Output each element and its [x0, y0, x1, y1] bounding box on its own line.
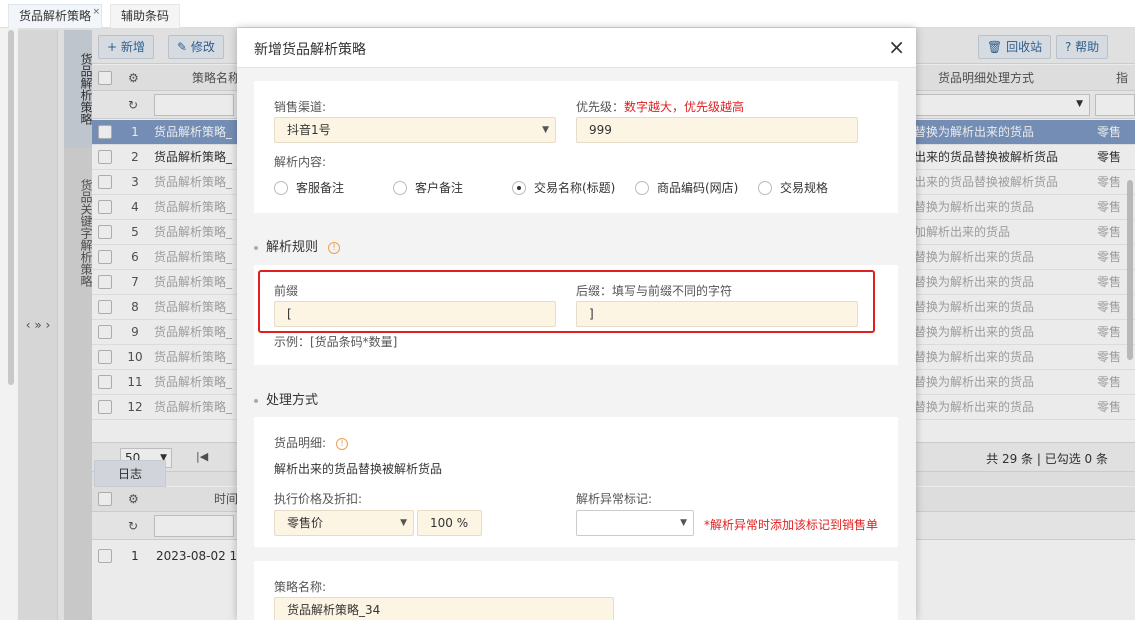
process-card: 货品明细:! 解析出来的货品替换被解析货品 执行价格及折扣: 零售价 ▼ 100…: [254, 417, 898, 547]
radio-label: 客服备注: [296, 181, 345, 195]
channel-value: 抖音1号: [287, 123, 331, 137]
example-text: 示例：[货品条码*数量]: [274, 335, 398, 349]
chevron-down-icon: ▼: [542, 125, 549, 135]
strategy-name-input[interactable]: 货品解析策略_34: [274, 597, 614, 620]
chevron-down-icon: ▼: [680, 518, 687, 528]
radio-product-code[interactable]: 商品编码(网店): [635, 179, 738, 195]
radio-trade-spec[interactable]: 交易规格: [758, 179, 828, 195]
abnormal-label: 解析异常标记:: [576, 492, 653, 506]
dialog-title: 新增货品解析策略: [254, 42, 366, 58]
strategy-name-label: 策略名称:: [274, 580, 327, 594]
priority-input[interactable]: 999: [576, 117, 858, 143]
radio-trade-title[interactable]: 交易名称(标题): [512, 179, 615, 195]
dialog-header: 新增货品解析策略 ×: [237, 28, 916, 68]
detail-value: 解析出来的货品替换被解析货品: [274, 462, 443, 476]
parse-rules-section: 解析规则!: [254, 236, 341, 255]
abnormal-hint: *解析异常时添加该标记到销售单: [704, 518, 879, 532]
priority-label-group: 优先级：数字越大，优先级越高: [576, 98, 744, 115]
price-select[interactable]: 零售价 ▼: [274, 510, 414, 536]
parse-content-label: 解析内容:: [274, 155, 327, 169]
info-icon[interactable]: !: [328, 241, 341, 254]
dialog-scrollbar[interactable]: [908, 68, 916, 620]
radio-dot: [393, 180, 407, 195]
basic-info-card: 销售渠道: 抖音1号 ▼ 优先级：数字越大，优先级越高 999 解析内容: 客服…: [254, 81, 898, 213]
radio-dot: [512, 180, 526, 195]
top-tab-bar: 货品解析策略 × 辅助条码: [0, 0, 1135, 28]
highlight-box: [258, 270, 875, 333]
close-icon[interactable]: ×: [888, 35, 905, 59]
price-value: 零售价: [287, 516, 324, 530]
left-scrollbar[interactable]: [8, 30, 14, 385]
tab-goods-parse-strategy[interactable]: 货品解析策略 ×: [8, 1, 103, 28]
section-title: 处理方式: [266, 393, 319, 408]
tab-aux-barcode[interactable]: 辅助条码: [110, 4, 181, 28]
info-icon[interactable]: !: [336, 437, 349, 450]
strategy-name-card: 策略名称: 货品解析策略_34: [254, 561, 898, 620]
priority-label: 优先级：: [576, 100, 625, 114]
detail-label: 货品明细:: [274, 436, 327, 450]
channel-label: 销售渠道:: [274, 100, 327, 114]
radio-label: 客户备注: [415, 181, 464, 195]
radio-service-note[interactable]: 客服备注: [274, 179, 344, 195]
radio-label: 交易规格: [780, 181, 829, 195]
tab-label: 辅助条码: [121, 9, 170, 23]
radio-customer-note[interactable]: 客户备注: [393, 179, 463, 195]
radio-dot: [635, 180, 649, 195]
chevron-down-icon: ▼: [400, 518, 407, 528]
section-title: 解析规则: [266, 240, 319, 255]
bullet: [254, 398, 258, 403]
price-label: 执行价格及折扣:: [274, 492, 363, 506]
tab-label: 货品解析策略: [19, 9, 92, 23]
bullet: [254, 245, 258, 250]
radio-label: 商品编码(网店): [657, 181, 739, 195]
channel-select[interactable]: 抖音1号 ▼: [274, 117, 556, 143]
abnormal-mark-select[interactable]: ▼: [576, 510, 694, 536]
tab-close-icon[interactable]: ×: [92, 1, 100, 23]
discount-input[interactable]: 100 %: [417, 510, 482, 536]
radio-label: 交易名称(标题): [534, 181, 616, 195]
detail-label-group: 货品明细:!: [274, 434, 349, 451]
priority-hint: 数字越大，优先级越高: [624, 100, 745, 114]
radio-dot: [758, 180, 772, 195]
process-section: 处理方式: [254, 389, 318, 408]
radio-dot: [274, 180, 288, 195]
